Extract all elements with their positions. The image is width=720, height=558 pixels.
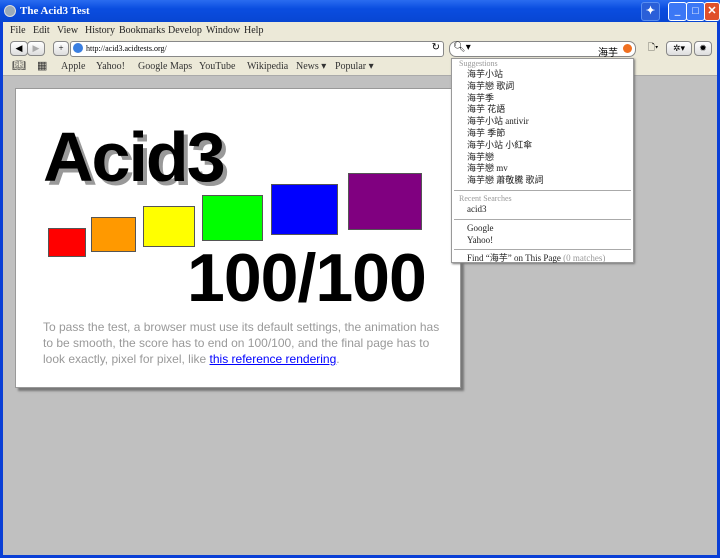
menu-window[interactable]: Window [206,25,240,36]
recent-header: Recent Searches [459,193,512,203]
suggestion-item[interactable]: 海芋 季節 [452,128,633,140]
square-purple [348,173,422,230]
toolbar: ◀ ▶ + http://acid3.acidtests.org/ ↻ 🔍︎▾ … [3,38,717,59]
suggestion-item[interactable]: 海芋小站 小紅傘 [452,140,633,152]
suggestion-item[interactable]: 海芋戀 蕭敬騰 歌詞 [452,175,633,187]
search-dropdown: Suggestions 海芋小站 海芋戀 歌詞 海芋季 海芋 花語 海芋小站 antiv… [451,58,634,263]
forward-button[interactable]: ▶ [27,41,45,56]
menu-history[interactable]: History [85,25,115,36]
url-text: http://acid3.acidtests.org/ [86,44,167,53]
suggestion-item[interactable]: 海芋戀 [452,152,633,164]
reload-icon[interactable]: ↻ [432,42,440,53]
acid3-page: Acid3 100/100 To pass the test, a browse… [15,88,461,388]
square-orange [91,217,136,252]
bookmark-youtube[interactable]: YouTube [199,61,235,72]
divider [454,218,631,220]
acid3-heading: Acid3 [43,118,226,196]
suggestion-item[interactable]: 海芋戀 mv [452,163,633,175]
suggestions-header: Suggestions [459,59,498,68]
search-value: 海芋 [598,48,618,59]
page-menu-icon[interactable]: 🗋▾ [644,41,662,54]
add-bookmark-button[interactable]: + [53,41,69,56]
window-title: The Acid3 Test [20,5,90,17]
menu-bookmarks[interactable]: Bookmarks [119,25,165,36]
bookmark-wikipedia[interactable]: Wikipedia [247,61,288,72]
bookmark-google-maps[interactable]: Google Maps [138,61,192,72]
description-end: . [336,352,340,366]
square-green [202,195,263,241]
bookmark-yahoo[interactable]: Yahoo! [96,61,125,72]
square-blue [271,184,338,235]
find-matches: (0 matches) [563,253,606,264]
engine-google[interactable]: Google [452,223,633,235]
menu-bar: File Edit View History Bookmarks Develop… [3,22,717,38]
bookmark-news[interactable]: News ▾ [296,61,326,72]
settings-gear-icon[interactable]: ✲▾ [666,41,692,56]
suggestion-item[interactable]: 海芋戀 歌詞 [452,81,633,93]
suggestion-item[interactable]: 海芋 花語 [452,104,633,116]
minimize-button[interactable]: _ [668,2,687,21]
suggestion-item[interactable]: 海芋季 [452,93,633,105]
address-bar[interactable]: http://acid3.acidtests.org/ ↻ [70,41,444,57]
menu-develop[interactable]: Develop [168,25,202,36]
globe-icon [73,43,83,53]
recent-item[interactable]: acid3 [452,204,633,216]
maximize-button[interactable]: □ [686,2,705,21]
divider [454,189,631,191]
score: 100/100 [187,240,427,316]
clear-search-icon[interactable] [623,44,632,53]
app-icon [4,5,16,17]
bug-icon[interactable]: ✹ [694,41,712,56]
bookmark-apple[interactable]: Apple [61,61,85,72]
find-label: Find [467,253,484,264]
find-suffix: on This Page [514,253,561,264]
book-icon[interactable]: 📖︎ [12,59,26,72]
engine-yahoo[interactable]: Yahoo! [452,235,633,247]
divider [454,249,631,251]
reference-link[interactable]: this reference rendering [210,352,337,366]
close-button[interactable]: ✕ [704,2,720,21]
title-bar: The Acid3 Test ✦ _ □ ✕ [0,0,720,22]
back-button[interactable]: ◀ [10,41,28,56]
bookmark-popular[interactable]: Popular ▾ [335,61,374,72]
extra-icon[interactable]: ✦ [641,2,660,21]
menu-edit[interactable]: Edit [33,25,50,36]
find-query: “海芋” [485,253,512,264]
suggestion-item[interactable]: 海芋小站 antivir [452,116,633,128]
find-on-page[interactable]: Find “海芋” on This Page (0 matches) [452,253,633,265]
grid-icon[interactable]: ▦ [37,59,47,72]
search-icon: 🔍︎▾ [453,42,471,53]
menu-help[interactable]: Help [244,25,263,36]
menu-file[interactable]: File [10,25,26,36]
description: To pass the test, a browser must use its… [43,319,443,367]
square-red [48,228,86,257]
search-field[interactable]: 🔍︎▾ 海芋 [449,41,636,59]
suggestion-item[interactable]: 海芋小站 [452,69,633,81]
menu-view[interactable]: View [57,25,78,36]
